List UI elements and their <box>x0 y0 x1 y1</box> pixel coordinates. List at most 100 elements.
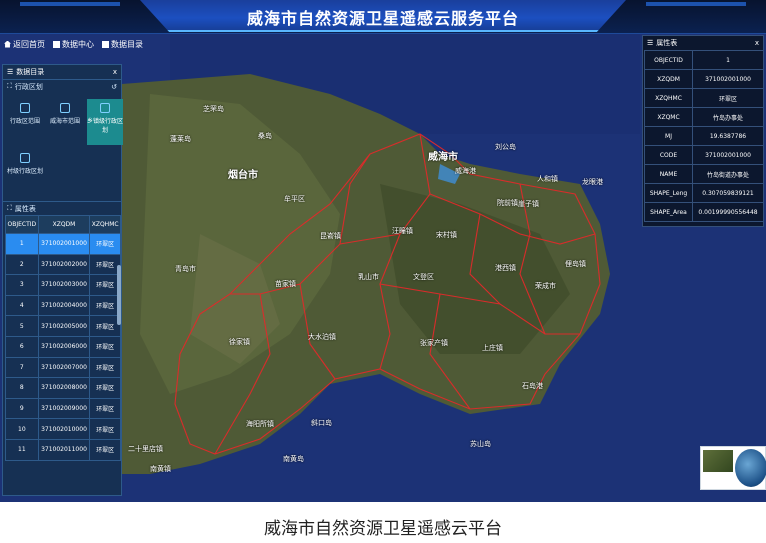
property-row: XZQMC 竹岛办事处 <box>644 107 764 127</box>
property-row: SHAPE_Leng 0.307059839121 <box>644 183 764 203</box>
layer-icon <box>20 153 30 163</box>
property-table: OBJECTID 1 XZQDM 371002001000 XZQHMC 环翠区 XZQMC… <box>644 50 764 222</box>
region-layer-button[interactable]: 村级行政区划 <box>7 149 43 195</box>
table-row[interactable]: 5 371002005000 环翠区 <box>5 315 121 337</box>
table-cell: 371002002000 <box>37 253 91 276</box>
property-value: 371002001000 <box>692 69 764 89</box>
property-value: 竹岛街道办事处 <box>692 164 764 184</box>
panel-title: 数据目录 <box>16 68 45 76</box>
toolbar-data-center-button[interactable]: 数据中心 <box>53 36 94 52</box>
place-label: 芝罘岛 <box>203 105 224 113</box>
table-cell: 环翠区 <box>89 397 121 420</box>
property-value: 0.307059839121 <box>692 183 764 203</box>
table-cell: 环翠区 <box>89 438 121 461</box>
toolbar-label: 数据目录 <box>111 39 143 49</box>
table-cell: 371002010000 <box>37 418 91 440</box>
data-catalog-panel: ☰ 数据目录 x ⛶ 行政区划 ↺ 行政区范围 威海市范围 乡镇级行政区划 村级… <box>2 64 123 496</box>
list-icon: ☰ <box>647 39 654 47</box>
close-icon[interactable]: x <box>113 68 117 76</box>
region-layer-button[interactable]: 乡镇级行政区划 <box>87 99 123 145</box>
table-cell: 环翠区 <box>89 315 121 337</box>
expand-icon: ⛶ <box>7 204 12 212</box>
table-cell: 环翠区 <box>89 335 121 358</box>
property-key: XZQHMC <box>644 88 693 108</box>
column-header[interactable]: OBJECTID <box>5 215 39 234</box>
section-title: 行政区划 <box>14 82 43 91</box>
app-header: 威海市自然资源卫星遥感云服务平台 <box>0 0 766 34</box>
app-title: 威海市自然资源卫星遥感云服务平台 <box>246 9 519 28</box>
table-row[interactable]: 4 371002004000 环翠区 <box>5 294 121 317</box>
region-label: 行政区范围 <box>9 118 40 125</box>
section-header-region[interactable]: ⛶ 行政区划 ↺ <box>3 79 121 93</box>
toolbar-label: 数据中心 <box>62 39 94 49</box>
toolbar-home-button[interactable]: 返回首页 <box>4 36 45 52</box>
place-label: 斜口岛 <box>311 419 332 427</box>
column-header[interactable]: XZQDM <box>37 215 91 234</box>
table-cell: 环翠区 <box>89 377 121 399</box>
property-value: 环翠区 <box>692 88 764 108</box>
table-row[interactable]: 1 371002001000 环翠区 <box>5 233 121 255</box>
column-header[interactable]: XZQHMC <box>89 215 121 234</box>
table-cell: 371002008000 <box>37 377 91 399</box>
globe-icon[interactable] <box>735 449 766 487</box>
figure-caption: 威海市自然资源卫星遥感云平台 <box>264 519 502 539</box>
table-row[interactable]: 6 371002006000 环翠区 <box>5 335 121 358</box>
place-label: 上庄镇 <box>482 344 503 352</box>
table-row[interactable]: 9 371002009000 环翠区 <box>5 397 121 420</box>
overview-minimap[interactable] <box>700 446 766 490</box>
table-cell: 1 <box>5 233 39 255</box>
place-label: 青岛市 <box>175 265 196 273</box>
table-row[interactable]: 7 371002007000 环翠区 <box>5 356 121 379</box>
table-row[interactable]: 3 371002003000 环翠区 <box>5 274 121 296</box>
panel-header: ☰ 数据目录 x <box>3 65 121 79</box>
minimap-tile <box>703 450 733 472</box>
property-key: MJ <box>644 126 693 146</box>
region-layer-button[interactable]: 行政区范围 <box>7 99 43 145</box>
table-cell: 11 <box>5 438 39 461</box>
refresh-icon[interactable]: ↺ <box>111 83 117 91</box>
table-cell: 371002003000 <box>37 274 91 296</box>
table-cell: 7 <box>5 356 39 379</box>
scrollbar-thumb[interactable] <box>117 265 121 325</box>
place-label: 牟平区 <box>284 195 305 203</box>
close-icon[interactable]: x <box>755 39 759 47</box>
section-header-attr[interactable]: ⛶ 属性表 <box>3 201 121 215</box>
place-label: 苏山岛 <box>470 440 491 448</box>
place-label: 港西镇 <box>495 264 516 272</box>
place-label: 石岛港 <box>522 382 543 390</box>
place-label: 昆嵛镇 <box>320 232 341 240</box>
section-title: 属性表 <box>14 204 36 213</box>
toolbar-catalog-button[interactable]: 数据目录 <box>102 36 143 52</box>
property-row: SHAPE_Area 0.00199990556448 <box>644 202 764 222</box>
table-cell: 5 <box>5 315 39 337</box>
attribute-table: OBJECTID XZQDM XZQHMC 1 371002001000 环翠区 2 3… <box>5 215 121 461</box>
table-body: 1 371002001000 环翠区 2 371002002000 环翠区 3 3710020… <box>5 233 121 461</box>
property-key: NAME <box>644 164 693 184</box>
property-key: SHAPE_Area <box>644 202 693 222</box>
property-row: XZQDM 371002001000 <box>644 69 764 89</box>
panel-header: ☰ 属性表 x <box>643 36 763 50</box>
region-label: 村级行政区划 <box>7 168 44 175</box>
place-label: 桑岛 <box>258 132 272 140</box>
table-cell: 环翠区 <box>89 294 121 317</box>
table-cell: 371002001000 <box>37 233 91 255</box>
place-label: 龙眼港 <box>582 178 603 186</box>
place-label: 刘公岛 <box>495 143 516 151</box>
table-row[interactable]: 10 371002010000 环翠区 <box>5 418 121 440</box>
table-row[interactable]: 2 371002002000 环翠区 <box>5 253 121 276</box>
place-label: 烟台市 <box>228 170 258 181</box>
place-label: 人和镇 <box>537 175 558 183</box>
table-row[interactable]: 11 371002011000 环翠区 <box>5 438 121 461</box>
place-label: 二十里店镇 <box>128 445 163 453</box>
table-row[interactable]: 8 371002008000 环翠区 <box>5 377 121 399</box>
property-key: XZQDM <box>644 69 693 89</box>
region-layer-button[interactable]: 威海市范围 <box>47 99 83 145</box>
place-label: 崖子镇 <box>518 200 539 208</box>
table-cell: 4 <box>5 294 39 317</box>
table-cell: 371002004000 <box>37 294 91 317</box>
place-label: 大水泊镇 <box>308 333 336 341</box>
app-window: 芝罘岛 烟台市 威海市 威海港 文登区 乳山市 石岛港 龙眼港 刘公岛 蓬莱岛 … <box>0 0 766 502</box>
place-label: 海阳所镇 <box>246 420 274 428</box>
toolbar-label: 返回首页 <box>13 39 45 49</box>
place-label: 威海港 <box>455 167 476 175</box>
